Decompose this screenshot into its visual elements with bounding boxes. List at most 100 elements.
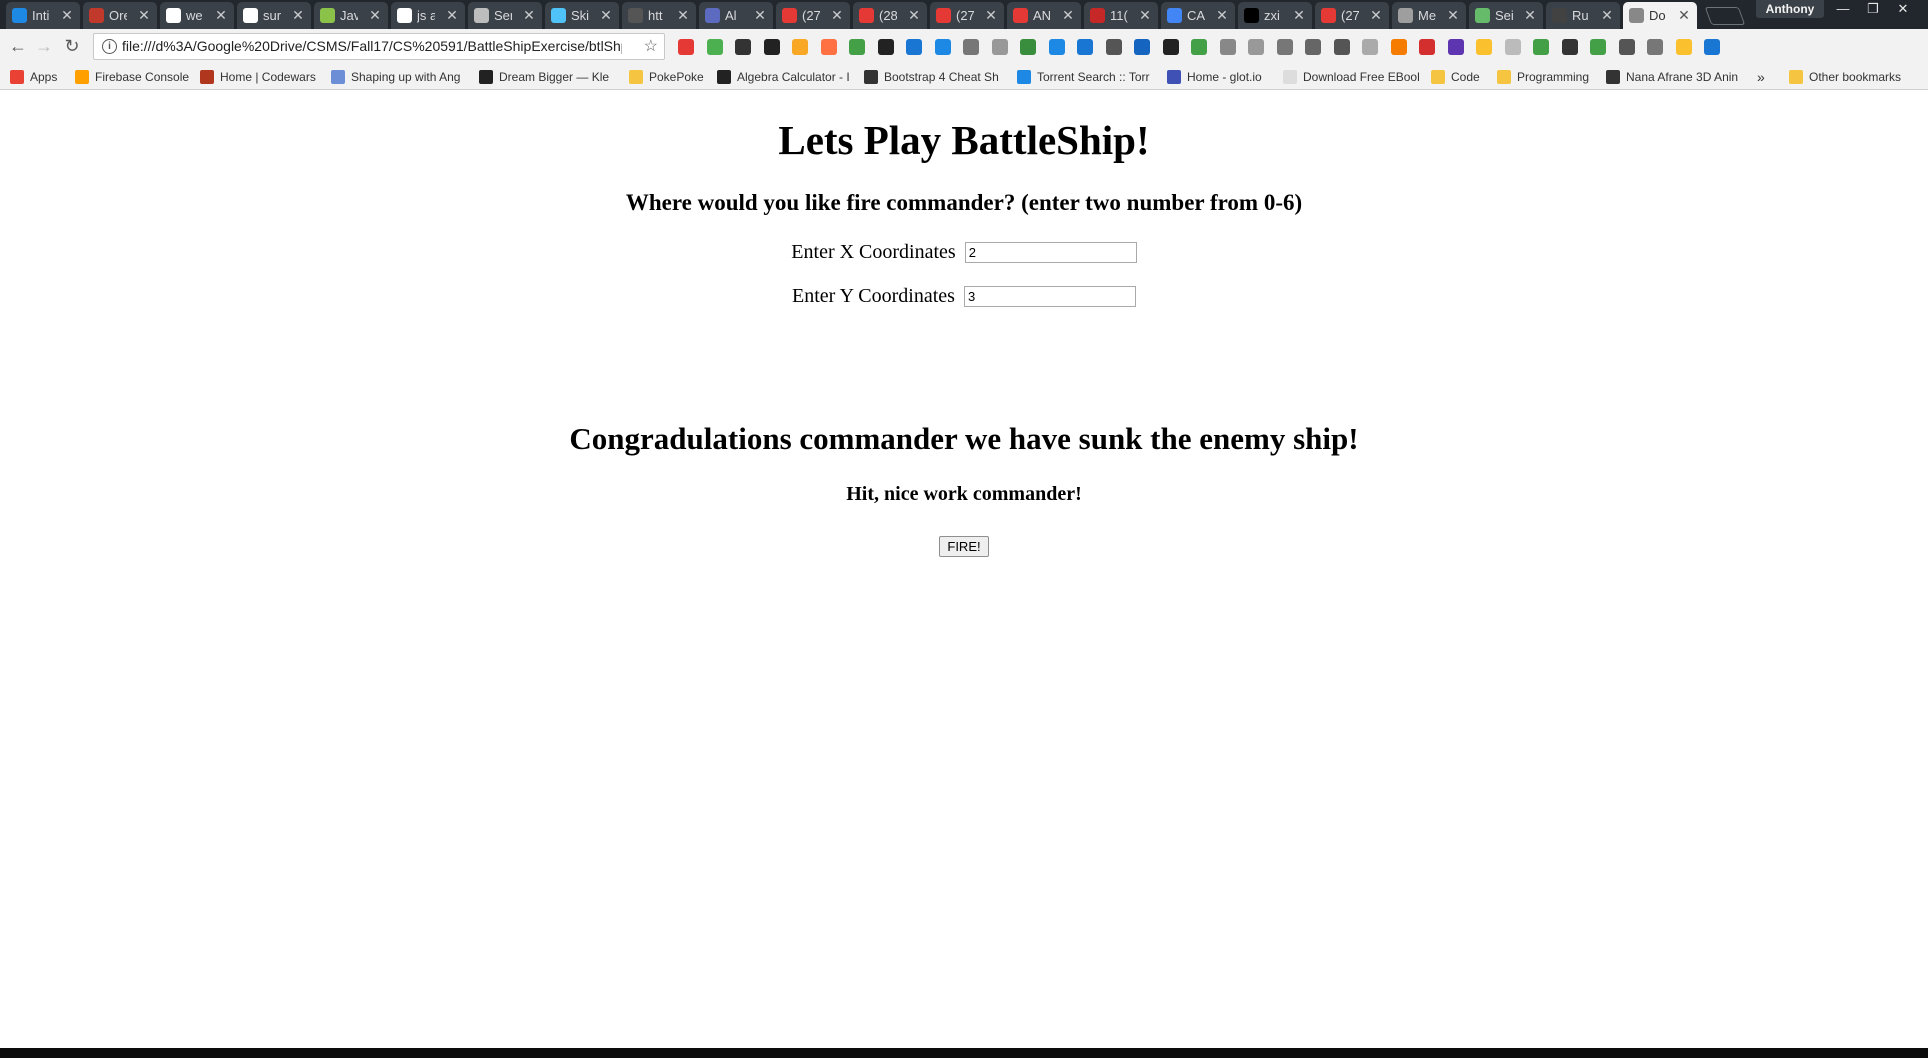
extension-icon[interactable]: [1675, 39, 1692, 55]
forward-icon[interactable]: →: [32, 34, 56, 58]
extension-icon[interactable]: [1305, 39, 1321, 55]
tab-close-icon[interactable]: ✕: [214, 2, 228, 29]
extension-icon[interactable]: [1191, 39, 1207, 55]
tab[interactable]: Ru ✕: [1546, 2, 1620, 29]
other-bookmarks[interactable]: Other bookmarks: [1789, 65, 1901, 89]
bookmark-item[interactable]: Bootstrap 4 Cheat Sh: [864, 65, 1010, 89]
extension-icon[interactable]: [963, 39, 979, 55]
extension-icon[interactable]: [1704, 39, 1720, 55]
bookmark-item[interactable]: Nana Afrane 3D Anin: [1606, 65, 1746, 89]
tab[interactable]: (27 ✕: [1315, 2, 1389, 29]
extension-icon[interactable]: [1419, 39, 1435, 55]
extension-icon[interactable]: [1362, 39, 1378, 55]
tab[interactable]: zxi ✕: [1238, 2, 1312, 29]
tab[interactable]: Al ✕: [699, 2, 773, 29]
extension-icon[interactable]: [906, 39, 922, 55]
tab-close-icon[interactable]: ✕: [676, 2, 690, 29]
extension-icon[interactable]: [1219, 39, 1236, 55]
tab-close-icon[interactable]: ✕: [1292, 2, 1306, 29]
extension-icon[interactable]: [1048, 39, 1065, 55]
extension-icon[interactable]: [1276, 39, 1293, 55]
extension-icon[interactable]: [820, 39, 837, 55]
y-coordinate-input[interactable]: [963, 285, 1136, 307]
fire-button[interactable]: FIRE!: [939, 536, 989, 557]
tab[interactable]: Inti ✕: [6, 2, 80, 29]
tab-close-icon[interactable]: ✕: [1061, 2, 1075, 29]
back-icon[interactable]: ←: [6, 34, 30, 58]
tab[interactable]: CA ✕: [1161, 2, 1235, 29]
extension-icon[interactable]: [1248, 39, 1264, 55]
tab-close-icon[interactable]: ✕: [368, 2, 382, 29]
extension-icon[interactable]: [1533, 39, 1549, 55]
tab[interactable]: Me ✕: [1392, 2, 1466, 29]
extension-icon[interactable]: [877, 39, 894, 55]
extension-icon[interactable]: [1020, 39, 1036, 55]
extension-icon[interactable]: [1134, 39, 1150, 55]
extension-icon[interactable]: [1162, 39, 1179, 55]
tab[interactable]: Jav ✕: [314, 2, 388, 29]
bookmark-item[interactable]: Dream Bigger — Kle: [479, 65, 621, 89]
tab-close-icon[interactable]: ✕: [137, 2, 151, 29]
tab-close-icon[interactable]: ✕: [1138, 2, 1152, 29]
extension-icon[interactable]: [1647, 39, 1663, 55]
bookmark-item[interactable]: Algebra Calculator - I: [717, 65, 857, 89]
tab-close-icon[interactable]: ✕: [753, 2, 767, 29]
profile-button[interactable]: Anthony: [1756, 0, 1824, 18]
extension-icon[interactable]: [735, 39, 751, 55]
close-window-icon[interactable]: ✕: [1888, 0, 1918, 18]
tab[interactable]: js a ✕: [391, 2, 465, 29]
reload-icon[interactable]: ↻: [60, 34, 84, 58]
tab-close-icon[interactable]: ✕: [599, 2, 613, 29]
tab[interactable]: sur ✕: [237, 2, 311, 29]
url-text[interactable]: file:///d%3A/Google%20Drive/CSMS/Fall17/…: [122, 34, 622, 59]
bookmark-item[interactable]: Programming: [1497, 65, 1597, 89]
tab-close-icon[interactable]: ✕: [291, 2, 305, 29]
bookmark-item[interactable]: Torrent Search :: Torr: [1017, 65, 1160, 89]
extension-icon[interactable]: [1504, 39, 1521, 55]
extension-icon[interactable]: [1618, 39, 1635, 55]
extension-icon[interactable]: [706, 39, 723, 55]
tab-close-icon[interactable]: ✕: [445, 2, 459, 29]
new-tab-button[interactable]: [1704, 7, 1746, 25]
tab-close-icon[interactable]: ✕: [1369, 2, 1383, 29]
tab-close-icon[interactable]: ✕: [984, 2, 998, 29]
extension-icon[interactable]: [991, 39, 1008, 55]
tab-close-icon[interactable]: ✕: [1600, 2, 1614, 29]
extension-icon[interactable]: [1077, 39, 1093, 55]
bookmark-star-icon[interactable]: ☆: [644, 34, 658, 59]
extension-icon[interactable]: [849, 39, 865, 55]
bookmark-item[interactable]: PokePoke: [629, 65, 709, 89]
extension-icon[interactable]: [1390, 39, 1407, 55]
tab[interactable]: Ser ✕: [468, 2, 542, 29]
tab[interactable]: Ski ✕: [545, 2, 619, 29]
bookmark-item[interactable]: Code: [1431, 65, 1489, 89]
tab[interactable]: 11(✕: [1084, 2, 1158, 29]
extension-icon[interactable]: [1590, 39, 1606, 55]
tab[interactable]: (27 ✕: [930, 2, 1004, 29]
extension-icon[interactable]: [763, 39, 780, 55]
tab-close-icon[interactable]: ✕: [1215, 2, 1229, 29]
minimize-icon[interactable]: —: [1828, 0, 1858, 18]
tab[interactable]: (28 ✕: [853, 2, 927, 29]
tab[interactable]: (27 ✕: [776, 2, 850, 29]
extension-icon[interactable]: [1476, 39, 1492, 55]
extension-icon[interactable]: [1561, 39, 1578, 55]
bookmark-item[interactable]: Apps: [10, 65, 65, 89]
tab-close-icon[interactable]: ✕: [830, 2, 844, 29]
bookmark-item[interactable]: Shaping up with Ang: [331, 65, 471, 89]
extension-icon[interactable]: [1333, 39, 1350, 55]
tab[interactable]: Do ✕: [1623, 2, 1697, 29]
bookmark-item[interactable]: Firebase Console: [75, 65, 193, 89]
tab[interactable]: AN ✕: [1007, 2, 1081, 29]
extension-icon[interactable]: [1105, 39, 1122, 55]
bookmark-item[interactable]: Download Free EBool: [1283, 65, 1423, 89]
tab-close-icon[interactable]: ✕: [1523, 2, 1537, 29]
tab[interactable]: htt ✕: [622, 2, 696, 29]
extension-icon[interactable]: [934, 39, 951, 55]
address-bar[interactable]: i file:///d%3A/Google%20Drive/CSMS/Fall1…: [93, 33, 665, 60]
tab[interactable]: we ✕: [160, 2, 234, 29]
bookmarks-overflow-icon[interactable]: »: [1757, 65, 1765, 89]
tab-close-icon[interactable]: ✕: [60, 2, 74, 29]
bookmark-item[interactable]: Home | Codewars: [200, 65, 325, 89]
tab-close-icon[interactable]: ✕: [522, 2, 536, 29]
